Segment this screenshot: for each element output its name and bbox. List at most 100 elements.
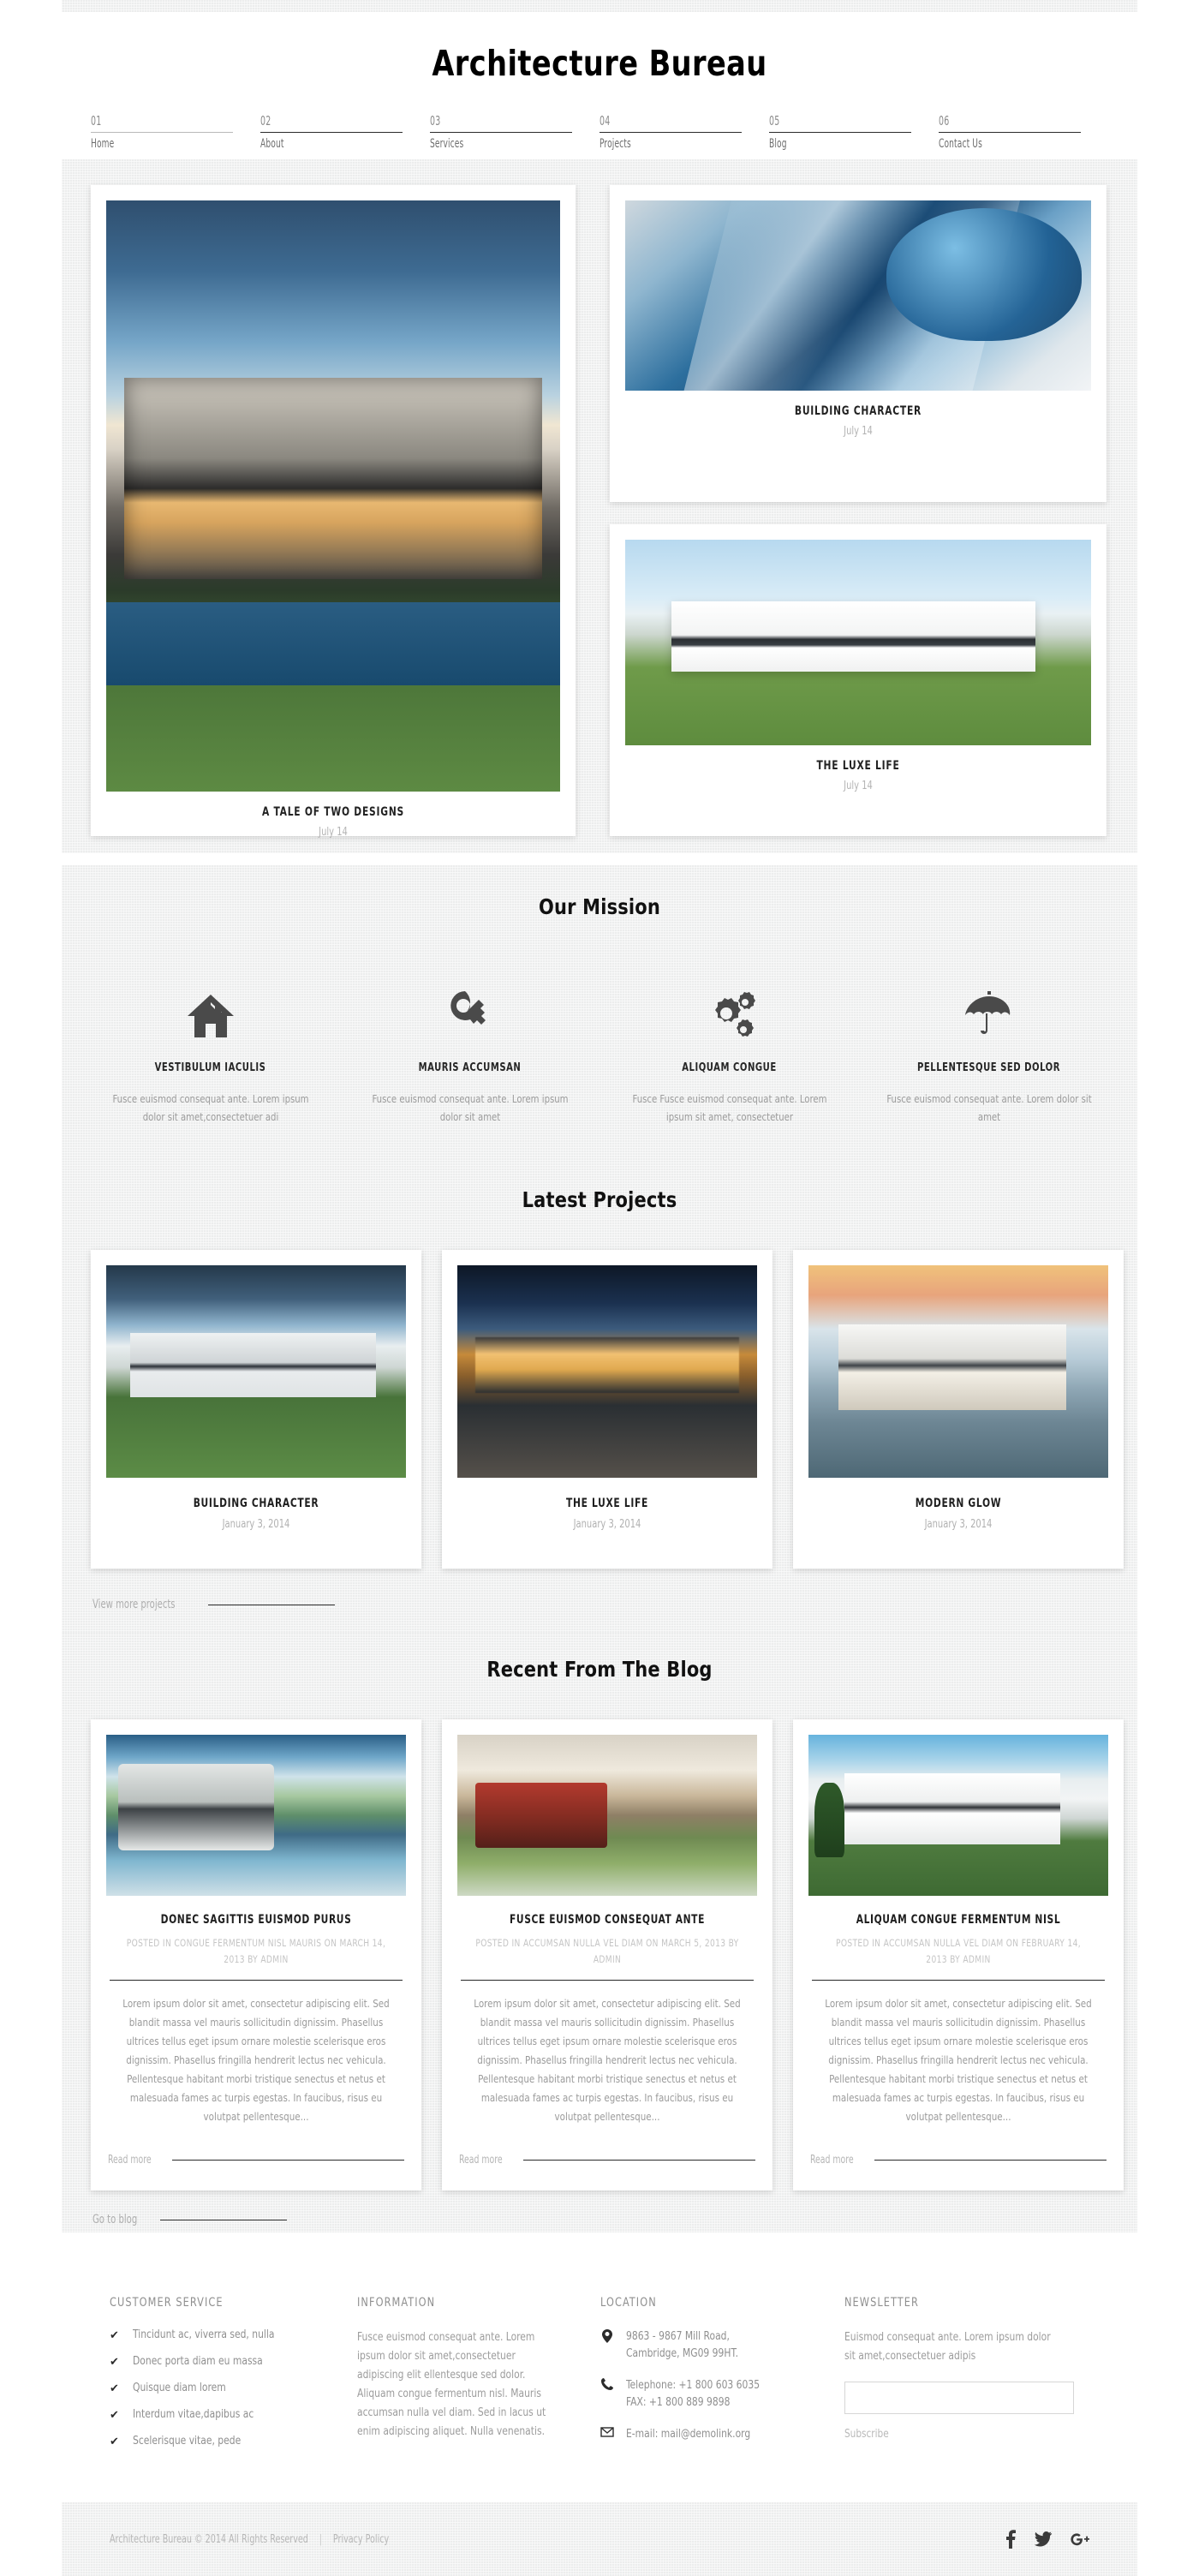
- gallery-card-large[interactable]: A TALE OF TWO DESIGNS July 14: [91, 185, 576, 839]
- blog-card-donec-sagittis-euismod-purus[interactable]: DONEC SAGITTIS EUISMOD PURUS POSTED IN C…: [91, 1719, 421, 2190]
- check-icon: ✔: [110, 2382, 119, 2394]
- phone-icon: [600, 2377, 614, 2391]
- mission-section: Our Mission VESTIBULUM IACULIS Fusce eui…: [62, 865, 1137, 1163]
- googleplus-icon[interactable]: [1071, 2531, 1089, 2548]
- newsletter-email-input[interactable]: [844, 2382, 1075, 2414]
- social-links: [1005, 2530, 1089, 2549]
- gallery-title: BUILDING CHARACTER: [794, 404, 922, 418]
- blog-read-more-rule: [874, 2160, 1107, 2161]
- map-pin-icon: [600, 2328, 614, 2343]
- projects-section: Latest Projects BUILDING CHARACTER Janua…: [62, 1163, 1137, 1633]
- nav-item-contact-us[interactable]: 06 Contact Us: [939, 113, 1108, 151]
- footer-list-item[interactable]: ✔ Scelerisque vitae, pede: [110, 2435, 357, 2448]
- gallery-date: July 14: [844, 780, 873, 792]
- blog-read-more-label: Read more: [810, 2154, 854, 2167]
- mission-item-pellentesque-sed-dolor: PELLENTESQUE SED DOLOR Fusce euismod con…: [859, 957, 1118, 1126]
- blog-heading: Recent From The Blog: [486, 1657, 713, 1682]
- gallery-card-building-character[interactable]: BUILDING CHARACTER July 14: [610, 185, 1107, 502]
- facebook-icon[interactable]: [1005, 2530, 1016, 2549]
- project-title: THE LUXE LIFE: [566, 1497, 648, 1510]
- blog-card-aliquam-congue-fermentum-nisl[interactable]: ALIQUAM CONGUE FERMENTUM NISL POSTED IN …: [793, 1719, 1124, 2190]
- view-more-projects-link[interactable]: View more projects: [62, 1569, 1137, 1611]
- project-image-the-luxe-life: [457, 1265, 757, 1478]
- nav-number: 04: [600, 113, 611, 129]
- nav-rule: [769, 132, 911, 133]
- footer-list-item[interactable]: ✔ Interdum vitae,dapibus ac: [110, 2408, 357, 2422]
- nav-rule: [91, 132, 233, 133]
- mission-item-vestibulum-iaculis: VESTIBULUM IACULIS Fusce euismod consequ…: [81, 957, 340, 1126]
- nav-item-blog[interactable]: 05 Blog: [769, 113, 939, 151]
- footer-column-information: INFORMATION Fusce euismod consequat ante…: [357, 2296, 600, 2461]
- mission-heading: Our Mission: [538, 894, 660, 919]
- blog-post-title[interactable]: ALIQUAM CONGUE FERMENTUM NISL: [831, 1913, 1086, 1927]
- blog-card-fusce-euismod-consequat-ante[interactable]: FUSCE EUISMOD CONSEQUAT ANTE POSTED IN A…: [442, 1719, 772, 2190]
- footer-newsletter-text: Euismod consequat ante. Lorem ipsum dolo…: [844, 2331, 1052, 2363]
- mission-item-mauris-accumsan: MAURIS ACCUMSAN Fusce euismod consequat …: [340, 957, 600, 1126]
- blog-read-more-link[interactable]: Read more: [106, 2126, 406, 2190]
- blog-post-meta: POSTED IN ACCUMSAN NULLA VEL DIAM ON MAR…: [475, 1937, 739, 1965]
- nav-label: Home: [91, 137, 115, 151]
- blog-divider: [812, 1980, 1105, 1981]
- blog-post-title[interactable]: FUSCE EUISMOD CONSEQUAT ANTE: [480, 1913, 735, 1927]
- mission-title: ALIQUAM CONGUE: [682, 1061, 777, 1074]
- blog-divider: [461, 1980, 754, 1981]
- gallery-caption: THE LUXE LIFE July 14: [625, 745, 1091, 792]
- blog-grid: DONEC SAGITTIS EUISMOD PURUS POSTED IN C…: [62, 1719, 1137, 2190]
- project-title: MODERN GLOW: [915, 1497, 1002, 1510]
- nav-item-projects[interactable]: 04 Projects: [600, 113, 769, 151]
- twitter-icon[interactable]: [1035, 2531, 1052, 2547]
- blog-read-more-rule: [523, 2160, 755, 2161]
- copyright-text: Architecture Bureau © 2014 All Rights Re…: [110, 2533, 389, 2546]
- gallery-caption: BUILDING CHARACTER July 14: [625, 391, 1091, 438]
- project-card-modern-glow[interactable]: MODERN GLOW January 3, 2014: [793, 1250, 1124, 1569]
- gallery-image-the-luxe-life: [625, 540, 1091, 745]
- fax-value: FAX: +1 800 889 9898: [625, 2396, 731, 2409]
- projects-heading: Latest Projects: [522, 1187, 677, 1212]
- blog-read-more-link[interactable]: Read more: [808, 2126, 1108, 2190]
- nav-label: About: [260, 137, 284, 151]
- go-to-blog-label: Go to blog: [92, 2213, 138, 2226]
- blog-post-body: Lorem ipsum dolor sit amet, consectetur …: [122, 1997, 390, 2123]
- nav-label: Projects: [600, 137, 631, 151]
- footer-column-customer-service: CUSTOMER SERVICE ✔ Tincidunt ac, viverra…: [110, 2296, 357, 2461]
- project-card-the-luxe-life[interactable]: THE LUXE LIFE January 3, 2014: [442, 1250, 772, 1569]
- gallery-title: A TALE OF TWO DESIGNS: [261, 805, 405, 819]
- footer-list-label: Donec porta diam eu massa: [133, 2355, 263, 2368]
- footer-email[interactable]: E-mail: mail@demolink.org: [600, 2426, 845, 2443]
- project-card-building-character[interactable]: BUILDING CHARACTER January 3, 2014: [91, 1250, 421, 1569]
- nav-item-home[interactable]: 01 Home: [91, 113, 260, 151]
- check-icon: ✔: [110, 2408, 119, 2421]
- privacy-policy-link[interactable]: Privacy Policy: [333, 2533, 389, 2546]
- gallery-card-the-luxe-life[interactable]: THE LUXE LIFE July 14: [610, 524, 1107, 836]
- footer-list-item[interactable]: ✔ Donec porta diam eu massa: [110, 2355, 357, 2369]
- page-title: Architecture Bureau: [432, 43, 767, 84]
- blog-read-more-label: Read more: [108, 2154, 152, 2167]
- nav-number: 03: [430, 113, 441, 129]
- blog-read-more-link[interactable]: Read more: [457, 2126, 757, 2190]
- gallery-title: THE LUXE LIFE: [816, 759, 900, 773]
- blog-image-2: [457, 1735, 757, 1896]
- footer-phone: Telephone: +1 800 603 6035 FAX: +1 800 8…: [600, 2377, 845, 2412]
- check-icon: ✔: [110, 2435, 119, 2447]
- nav-number: 05: [769, 113, 780, 129]
- nav-rule: [939, 132, 1081, 133]
- project-date: January 3, 2014: [222, 1518, 290, 1531]
- nav-item-services[interactable]: 03 Services: [430, 113, 600, 151]
- view-more-projects-label: View more projects: [92, 1598, 176, 1611]
- subscribe-button[interactable]: Subscribe: [844, 2428, 1065, 2441]
- footer-columns: CUSTOMER SERVICE ✔ Tincidunt ac, viverra…: [62, 2232, 1137, 2461]
- footer-list-item[interactable]: ✔ Quisque diam lorem: [110, 2382, 357, 2395]
- blog-read-more-label: Read more: [459, 2154, 503, 2167]
- blog-post-body: Lorem ipsum dolor sit amet, consectetur …: [825, 1997, 1092, 2123]
- blog-section: Recent From The Blog DONEC SAGITTIS EUIS…: [62, 1633, 1137, 2232]
- main-navigation[interactable]: 01 Home 02 About 03 Services 04 Projects…: [91, 113, 1110, 151]
- footer-list-label: Quisque diam lorem: [133, 2382, 226, 2394]
- nav-item-about[interactable]: 02 About: [260, 113, 430, 151]
- footer-heading: LOCATION: [600, 2296, 657, 2310]
- footer-information-text: Fusce euismod consequat ante. Lorem ipsu…: [357, 2331, 546, 2438]
- umbrella-icon: [859, 957, 1118, 1039]
- go-to-blog-link[interactable]: Go to blog: [62, 2190, 1137, 2226]
- blog-post-title[interactable]: DONEC SAGITTIS EUISMOD PURUS: [128, 1913, 384, 1927]
- footer-list-item[interactable]: ✔ Tincidunt ac, viverra sed, nulla: [110, 2328, 357, 2342]
- blog-divider: [110, 1980, 403, 1981]
